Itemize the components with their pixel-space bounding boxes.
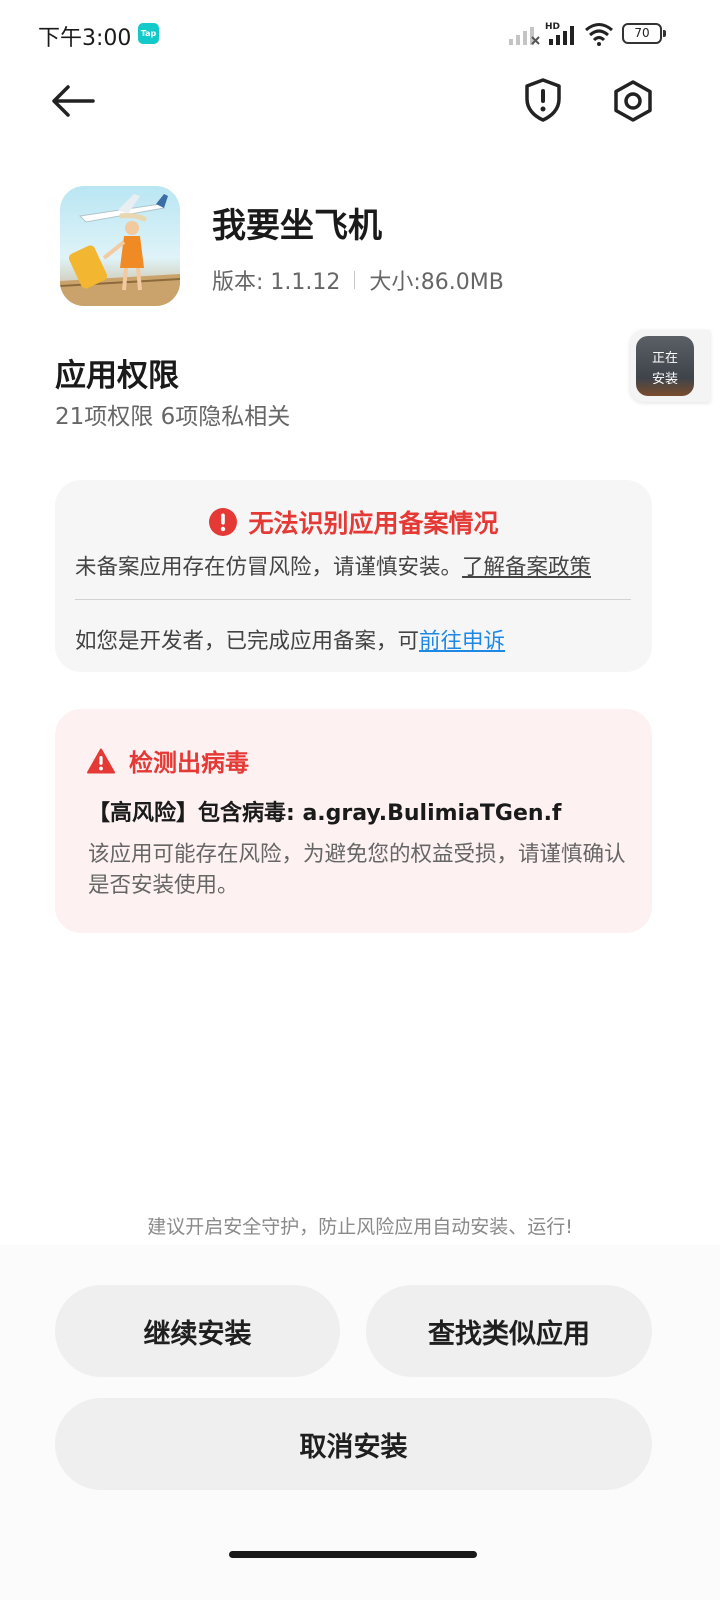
installing-label-line2: 安装	[651, 372, 678, 387]
app-name: 我要坐飞机	[212, 206, 382, 246]
app-artwork-icon	[60, 194, 180, 306]
signal-crossed-icon	[509, 27, 540, 45]
virus-warning-title: 检测出病毒	[129, 749, 249, 777]
continue-install-button[interactable]: 继续安装	[55, 1285, 340, 1377]
installing-label: 正在 安装	[636, 348, 694, 390]
record-notice-description: 未备案应用存在仿冒风险，请谨慎安装。了解备案政策	[75, 550, 591, 581]
warning-triangle-icon	[87, 748, 115, 773]
policy-link[interactable]: 了解备案政策	[462, 555, 591, 580]
settings-hexagon-icon	[614, 80, 652, 122]
permissions-title[interactable]: 应用权限	[55, 350, 179, 395]
security-tip: 建议开启安全守护，防止风险应用自动安装、运行!	[147, 1216, 573, 1238]
app-meta: 版本: 1.1.12 大小:86.0MB	[212, 264, 504, 296]
virus-warning-header: 检测出病毒	[87, 743, 249, 778]
battery-level: 70	[634, 26, 650, 40]
signal-hd-icon: HD	[545, 22, 574, 45]
appeal-link[interactable]: 前往申诉	[419, 629, 505, 654]
installing-app-thumbnail: 正在 安装	[636, 336, 694, 396]
virus-description: 该应用可能存在风险，为避免您的权益受损，请谨慎确认是否安装使用。	[88, 842, 626, 898]
meta-divider	[354, 271, 356, 289]
virus-warning-card: 检测出病毒 【高风险】包含病毒: a.gray.BulimiaTGen.f 该应…	[55, 709, 652, 933]
record-notice-text: 未备案应用存在仿冒风险，请谨慎安装。	[75, 555, 463, 580]
back-arrow-icon	[52, 85, 95, 117]
virus-name: 【高风险】包含病毒: a.gray.BulimiaTGen.f	[88, 801, 562, 826]
permissions-summary[interactable]: 21项权限 6项隐私相关	[55, 397, 290, 431]
app-icon	[60, 186, 180, 306]
app-size: 大小:86.0MB	[369, 270, 504, 295]
record-notice-header: 无法识别应用备案情况	[55, 504, 652, 540]
wifi-icon	[585, 23, 613, 46]
divider	[75, 599, 631, 600]
developer-text: 如您是开发者，已完成应用备案，可	[75, 629, 420, 654]
status-bar: 下午3:00 Tap HD 70	[0, 0, 720, 68]
record-notice-card: 无法识别应用备案情况 未备案应用存在仿冒风险，请谨慎安装。了解备案政策 如您是开…	[55, 480, 652, 672]
security-shield-button[interactable]	[516, 72, 570, 128]
network-tag: HD	[545, 22, 560, 32]
shield-alert-icon	[525, 78, 561, 122]
find-similar-apps-button[interactable]: 查找类似应用	[366, 1285, 652, 1377]
app-version: 版本: 1.1.12	[212, 270, 341, 295]
developer-appeal-row: 如您是开发者，已完成应用备案，可前往申诉	[75, 624, 505, 655]
status-time: 下午3:00	[38, 26, 132, 51]
back-button[interactable]	[46, 76, 100, 126]
installing-label-line1: 正在	[651, 351, 678, 366]
installing-floating-widget[interactable]: 正在 安装	[630, 330, 710, 402]
cancel-install-button[interactable]: 取消安装	[55, 1398, 652, 1490]
settings-button[interactable]	[606, 74, 660, 128]
error-circle-icon	[209, 508, 238, 536]
home-indicator[interactable]	[229, 1551, 477, 1558]
taptap-notification-icon: Tap	[138, 23, 159, 44]
battery-icon: 70	[622, 23, 666, 44]
record-notice-title: 无法识别应用备案情况	[248, 509, 499, 538]
